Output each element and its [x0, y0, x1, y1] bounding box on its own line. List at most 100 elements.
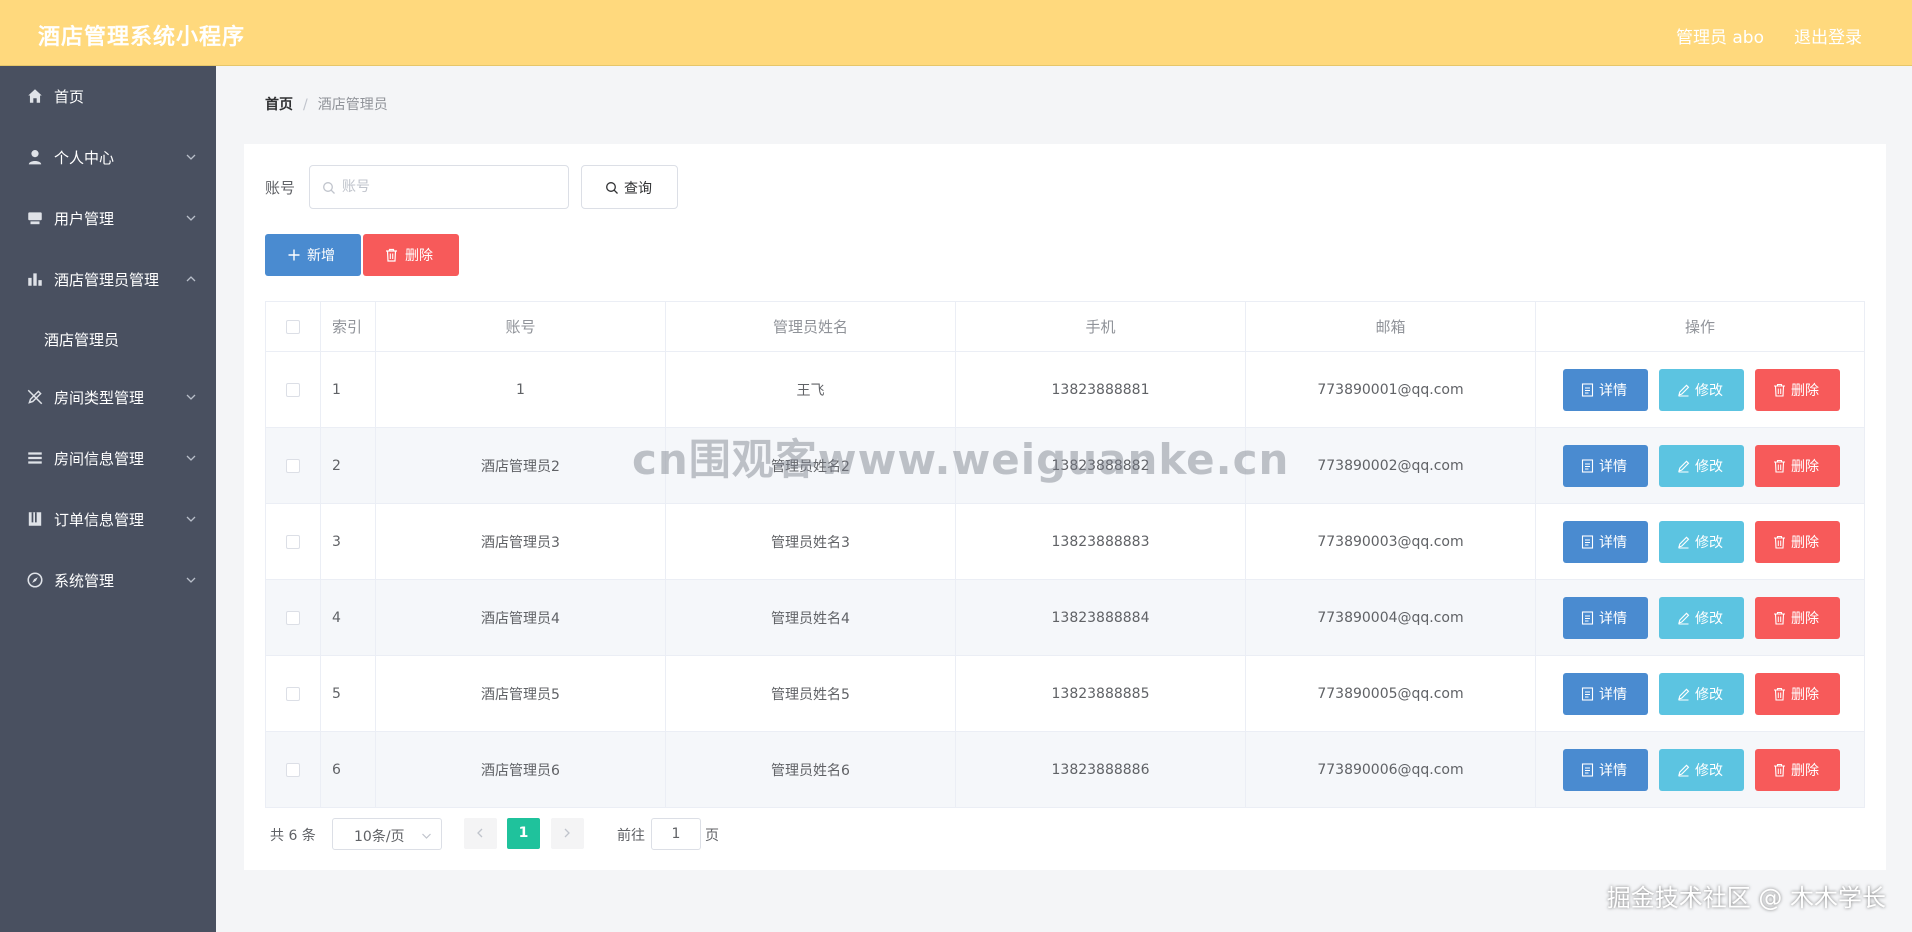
table-row: 1 1 王飞 13823888881 773890001@qq.com 详情 修改 删除 [265, 351, 1865, 428]
delete-button[interactable]: 删除 [1755, 672, 1840, 715]
compass-icon [27, 572, 43, 588]
detail-button-label: 详情 [1599, 762, 1627, 779]
edit-button-label: 修改 [1695, 534, 1723, 551]
row-actions: 详情 修改 删除 [1536, 444, 1865, 487]
detail-button[interactable]: 详情 [1563, 748, 1648, 791]
query-button-label: 查询 [624, 181, 652, 197]
header-select-all [265, 301, 321, 352]
edit-button-label: 修改 [1695, 762, 1723, 779]
sidebar-item-room-type-management[interactable]: 房间类型管理 [0, 377, 216, 417]
cell-email: 773890004@qq.com [1245, 579, 1536, 656]
logout-link[interactable]: 退出登录 [1794, 23, 1862, 48]
select-all-checkbox[interactable] [286, 320, 300, 334]
delete-button-label: 删除 [1791, 762, 1819, 779]
edit-button-label: 修改 [1695, 610, 1723, 627]
header-phone: 手机 [955, 301, 1246, 352]
breadcrumb-home[interactable]: 首页 [265, 97, 293, 113]
edit-icon [1678, 688, 1690, 700]
sidebar-item-label: 房间类型管理 [54, 389, 145, 407]
detail-button[interactable]: 详情 [1563, 672, 1648, 715]
delete-button[interactable]: 删除 [1755, 444, 1840, 487]
query-button[interactable]: 查询 [581, 165, 678, 209]
sidebar-item-room-info-management[interactable]: 房间信息管理 [0, 438, 216, 478]
chevron-right-icon [564, 828, 570, 838]
chevron-down-icon [186, 516, 196, 522]
sidebar-item-user-management[interactable]: 用户管理 [0, 198, 216, 238]
delete-button-label: 删除 [1791, 610, 1819, 627]
chevron-down-icon [422, 833, 431, 839]
table-row: 4 酒店管理员4 管理员姓名4 13823888884 773890004@qq.com… [265, 579, 1865, 656]
detail-button-label: 详情 [1599, 686, 1627, 703]
plus-icon [288, 249, 300, 261]
sidebar-subitem-hotel-admin[interactable]: 酒店管理员 [0, 319, 216, 359]
cell-index: 4 [320, 579, 376, 656]
page-size-select[interactable]: 10条/页 [332, 818, 442, 850]
edit-icon [1678, 612, 1690, 624]
detail-button[interactable]: 详情 [1563, 596, 1648, 639]
delete-button[interactable]: 删除 [1755, 520, 1840, 563]
goto-page-input[interactable] [651, 818, 701, 850]
cell-index: 3 [320, 503, 376, 580]
sidebar-item-order-info-management[interactable]: 订单信息管理 [0, 499, 216, 539]
header-actions: 操作 [1535, 301, 1865, 352]
row-checkbox[interactable] [286, 534, 300, 549]
sidebar-item-label: 订单信息管理 [54, 511, 145, 529]
next-page-button[interactable] [551, 818, 584, 849]
batch-delete-button[interactable]: 删除 [363, 234, 459, 276]
cell-admin-name: 管理员姓名4 [665, 579, 956, 656]
row-checkbox[interactable] [286, 610, 300, 625]
delete-button-label: 删除 [1791, 458, 1819, 475]
page-number-current[interactable]: 1 [507, 818, 540, 849]
trash-icon [1774, 535, 1785, 549]
cell-actions: 详情 修改 删除 [1535, 731, 1865, 808]
delete-button[interactable]: 删除 [1755, 368, 1840, 411]
batch-delete-button-label: 删除 [405, 248, 433, 264]
edit-button[interactable]: 修改 [1659, 444, 1744, 487]
document-icon [28, 512, 42, 526]
current-user-label: 管理员 abo [1675, 28, 1764, 48]
row-select-cell [265, 731, 321, 808]
sidebar-item-label: 系统管理 [54, 572, 115, 590]
detail-button-label: 详情 [1599, 534, 1627, 551]
sidebar-item-home[interactable]: 首页 [0, 76, 216, 116]
add-button[interactable]: 新增 [265, 234, 361, 276]
trash-icon [386, 248, 397, 262]
edit-button[interactable]: 修改 [1659, 520, 1744, 563]
chevron-up-icon [186, 276, 196, 282]
detail-button[interactable]: 详情 [1563, 520, 1648, 563]
row-select-cell [265, 351, 321, 428]
detail-button[interactable]: 详情 [1563, 368, 1648, 411]
edit-button[interactable]: 修改 [1659, 748, 1744, 791]
account-search-input[interactable] [342, 176, 562, 198]
detail-button[interactable]: 详情 [1563, 444, 1648, 487]
edit-icon [1678, 460, 1690, 472]
row-checkbox[interactable] [286, 762, 300, 777]
delete-button[interactable]: 删除 [1755, 748, 1840, 791]
document-icon [1581, 610, 1594, 625]
cell-account: 1 [375, 351, 666, 428]
goto-label: 前往 [617, 828, 645, 844]
delete-button[interactable]: 删除 [1755, 596, 1840, 639]
cell-actions: 详情 修改 删除 [1535, 579, 1865, 656]
sidebar-item-hotel-admin-management[interactable]: 酒店管理员管理 [0, 259, 216, 299]
cell-admin-name: 管理员姓名6 [665, 731, 956, 808]
detail-button-label: 详情 [1599, 458, 1627, 475]
row-checkbox[interactable] [286, 382, 300, 397]
row-checkbox[interactable] [286, 458, 300, 473]
row-checkbox[interactable] [286, 686, 300, 701]
row-select-cell [265, 503, 321, 580]
document-icon [1581, 686, 1594, 701]
prev-page-button[interactable] [464, 818, 497, 849]
cell-email: 773890006@qq.com [1245, 731, 1536, 808]
document-icon [1581, 534, 1594, 549]
document-icon [1581, 762, 1594, 777]
search-icon [606, 182, 618, 194]
edit-button[interactable]: 修改 [1659, 596, 1744, 639]
sidebar-item-system-management[interactable]: 系统管理 [0, 560, 216, 600]
table-row: 3 酒店管理员3 管理员姓名3 13823888883 773890003@qq.com… [265, 503, 1865, 580]
edit-button[interactable]: 修改 [1659, 672, 1744, 715]
row-actions: 详情 修改 删除 [1536, 368, 1865, 411]
sidebar-item-personal-center[interactable]: 个人中心 [0, 137, 216, 177]
edit-button[interactable]: 修改 [1659, 368, 1744, 411]
sidebar-item-label: 个人中心 [54, 149, 115, 167]
